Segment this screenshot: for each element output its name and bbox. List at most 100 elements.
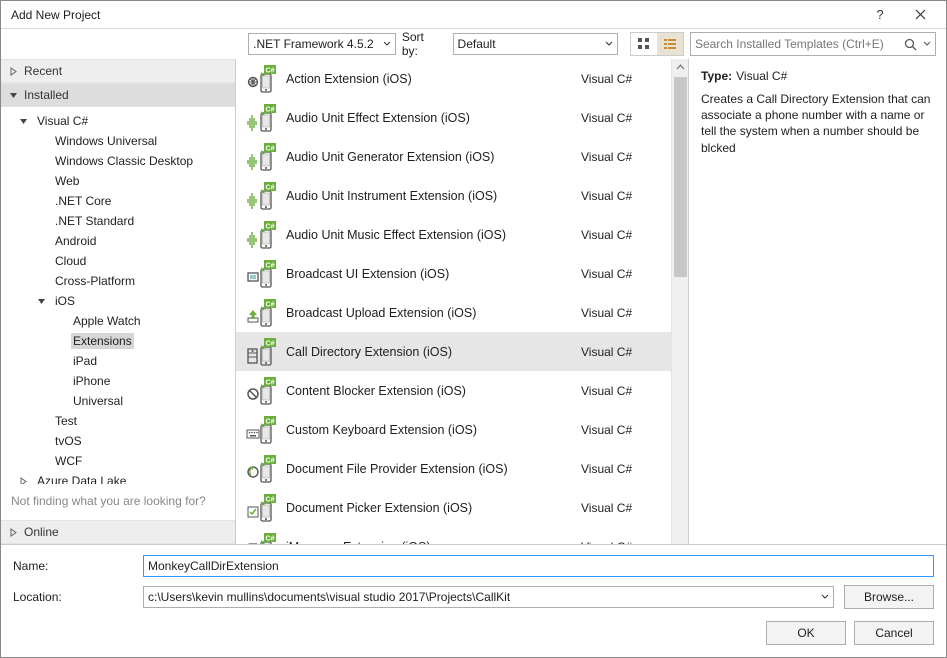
search-input[interactable]: Search Installed Templates (Ctrl+E) — [690, 32, 936, 56]
chevron-down-icon — [19, 117, 31, 126]
sort-combo-label: Default — [458, 37, 496, 51]
scroll-down-arrow[interactable] — [672, 527, 688, 544]
svg-text:C#: C# — [266, 223, 275, 230]
template-item[interactable]: C# Broadcast Upload Extension (iOS) Visua… — [236, 293, 671, 332]
grid-view-button[interactable] — [631, 33, 657, 55]
list-icon — [663, 37, 677, 51]
template-item[interactable]: C# Audio Unit Generator Extension (iOS)V… — [236, 137, 671, 176]
tree-node[interactable]: Cross-Platform — [7, 271, 235, 291]
scrollbar-thumb[interactable] — [674, 77, 687, 277]
category-tree: Visual C#Windows Universal Windows Classi… — [1, 107, 235, 484]
template-item[interactable]: C# iMessage Extension (iOS)Visual C# — [236, 527, 671, 544]
template-icon: C# — [246, 454, 276, 484]
template-name: Audio Unit Instrument Extension (iOS) — [286, 189, 571, 203]
tree-node-label: Windows Classic Desktop — [53, 153, 195, 169]
template-item[interactable]: C# Audio Unit Effect Extension (iOS)Visu… — [236, 98, 671, 137]
sidebar-section-online[interactable]: Online — [1, 520, 235, 544]
tree-node-label: Cross-Platform — [53, 273, 137, 289]
location-label: Location: — [13, 590, 133, 604]
browse-button[interactable]: Browse... — [844, 585, 934, 609]
top-toolbar: .NET Framework 4.5.2 Sort by: Default Se… — [1, 29, 946, 59]
tree-node-label: iPhone — [71, 373, 112, 389]
template-item[interactable]: C# Custom Keyboard Extension (iOS)Visual… — [236, 410, 671, 449]
help-button[interactable]: ? — [860, 1, 900, 29]
template-item[interactable]: C# Broadcast UI Extension (iOS)Visual C# — [236, 254, 671, 293]
tree-node[interactable]: Universal — [7, 391, 235, 411]
tree-node[interactable]: iPhone — [7, 371, 235, 391]
svg-text:C#: C# — [266, 418, 275, 425]
template-language: Visual C# — [581, 306, 661, 320]
svg-text:C#: C# — [266, 301, 275, 308]
tree-node[interactable]: Web — [7, 171, 235, 191]
cancel-button[interactable]: Cancel — [854, 621, 934, 645]
scroll-up-arrow[interactable] — [672, 59, 688, 76]
close-button[interactable] — [900, 1, 940, 29]
tree-node[interactable]: Cloud — [7, 251, 235, 271]
chevron-right-icon — [9, 67, 18, 76]
ok-button[interactable]: OK — [766, 621, 846, 645]
template-language: Visual C# — [581, 462, 661, 476]
name-input[interactable]: MonkeyCallDirExtension — [143, 555, 934, 577]
sidebar-section-label: Recent — [24, 64, 62, 78]
chevron-right-icon — [9, 528, 18, 537]
chevron-down-icon — [821, 593, 829, 601]
template-item[interactable]: C# Audio Unit Instrument Extension (iOS)… — [236, 176, 671, 215]
template-item[interactable]: C# Document Picker Extension (iOS)Visual… — [236, 488, 671, 527]
framework-combo[interactable]: .NET Framework 4.5.2 — [248, 33, 396, 55]
location-combo[interactable]: c:\Users\kevin mullins\documents\visual … — [143, 586, 834, 608]
tree-node[interactable]: tvOS — [7, 431, 235, 451]
tree-node[interactable]: .NET Standard — [7, 211, 235, 231]
tree-node-label: .NET Core — [53, 193, 113, 209]
sidebar-section-installed[interactable]: Installed — [1, 83, 235, 107]
template-item[interactable]: C# Call Directory Extension (iOS)Visual … — [236, 332, 671, 371]
svg-text:C#: C# — [266, 535, 275, 542]
sidebar-section-recent[interactable]: Recent — [1, 59, 235, 83]
tree-node[interactable]: Apple Watch — [7, 311, 235, 331]
tree-node-label: iOS — [53, 293, 77, 309]
content-area: Recent Installed Visual C#Windows Univer… — [1, 59, 946, 545]
tree-node[interactable]: iOS — [7, 291, 235, 311]
template-icon: C# — [246, 181, 276, 211]
tree-node[interactable]: Visual C# — [7, 111, 235, 131]
tree-node[interactable]: Azure Data Lake — [7, 471, 235, 484]
tree-node-label: Universal — [71, 393, 125, 409]
chevron-down-icon — [37, 297, 49, 306]
template-description: Creates a Call Directory Extension that … — [701, 91, 934, 156]
template-item[interactable]: C# Action Extension (iOS)Visual C# — [236, 59, 671, 98]
tree-node[interactable]: .NET Core — [7, 191, 235, 211]
framework-combo-label: .NET Framework 4.5.2 — [253, 37, 373, 51]
template-item[interactable]: C# Audio Unit Music Effect Extension (iO… — [236, 215, 671, 254]
template-name: Content Blocker Extension (iOS) — [286, 384, 571, 398]
details-panel: Type: Visual C# Creates a Call Directory… — [688, 59, 946, 544]
chevron-right-icon — [19, 477, 31, 485]
tree-node[interactable]: Android — [7, 231, 235, 251]
tree-node[interactable]: Windows Universal — [7, 131, 235, 151]
close-icon — [915, 9, 926, 20]
template-item[interactable]: C# Content Blocker Extension (iOS)Visual… — [236, 371, 671, 410]
template-icon: C# — [246, 298, 276, 328]
form-area: Name: MonkeyCallDirExtension Location: c… — [1, 545, 946, 613]
tree-node[interactable]: WCF — [7, 451, 235, 471]
template-name: Broadcast Upload Extension (iOS) — [286, 306, 571, 320]
tree-node[interactable]: Test — [7, 411, 235, 431]
type-label: Type: — [701, 69, 732, 83]
template-name: Action Extension (iOS) — [286, 72, 571, 86]
sort-combo[interactable]: Default — [453, 33, 618, 55]
sidebar-section-label: Installed — [24, 88, 69, 102]
svg-text:C#: C# — [266, 106, 275, 113]
sidebar: Recent Installed Visual C#Windows Univer… — [1, 59, 236, 544]
template-list[interactable]: C# Action Extension (iOS)Visual C# C# Au… — [236, 59, 671, 544]
search-placeholder: Search Installed Templates (Ctrl+E) — [695, 37, 904, 51]
template-item[interactable]: C# Document File Provider Extension (iOS… — [236, 449, 671, 488]
vertical-scrollbar[interactable] — [671, 59, 688, 544]
tree-node[interactable]: Windows Classic Desktop — [7, 151, 235, 171]
svg-text:C#: C# — [266, 262, 275, 269]
template-language: Visual C# — [581, 423, 661, 437]
list-view-button[interactable] — [657, 33, 683, 55]
browse-button-label: Browse... — [864, 590, 914, 604]
tree-node[interactable]: Extensions — [7, 331, 235, 351]
template-icon: C# — [246, 64, 276, 94]
tree-node[interactable]: iPad — [7, 351, 235, 371]
name-input-value: MonkeyCallDirExtension — [148, 559, 279, 573]
svg-text:C#: C# — [266, 457, 275, 464]
